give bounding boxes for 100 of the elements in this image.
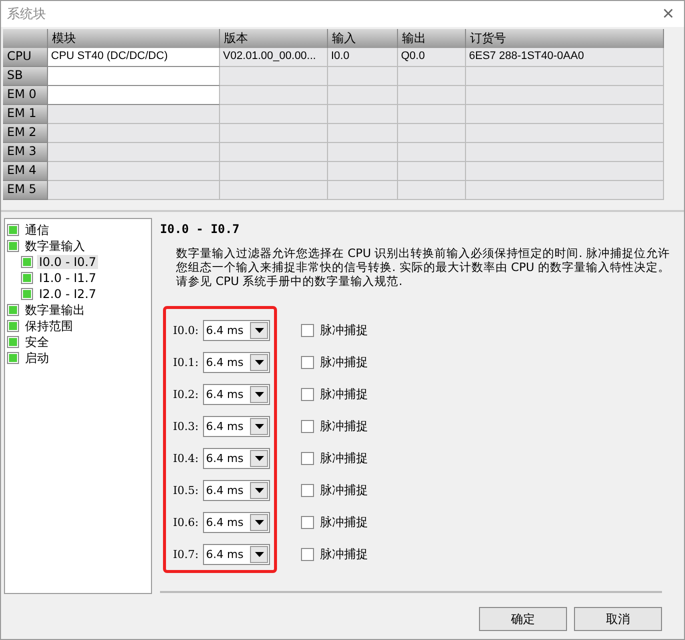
table-cell[interactable] bbox=[48, 162, 220, 181]
checkbox-label: 脉冲捕捉 bbox=[320, 386, 368, 402]
tree-item[interactable]: 保持范围 bbox=[23, 318, 75, 334]
input-label: I0.3: bbox=[173, 420, 200, 432]
pulse-checkbox[interactable] bbox=[301, 484, 314, 496]
input-label: I0.1: bbox=[173, 356, 200, 368]
column-header: 输出 bbox=[398, 29, 466, 48]
checkbox-label: 脉冲捕捉 bbox=[320, 418, 368, 434]
tree-item[interactable]: I1.0 - I1.7 bbox=[37, 271, 98, 285]
row-header: EM 5 bbox=[3, 181, 48, 200]
caret-icon bbox=[254, 456, 264, 460]
filter-dropdown[interactable]: 6.4 ms bbox=[203, 416, 270, 436]
row-header: SB bbox=[3, 67, 48, 86]
filter-dropdown[interactable]: 6.4 ms bbox=[203, 544, 270, 564]
row-header: EM 1 bbox=[3, 105, 48, 124]
pulse-checkbox[interactable] bbox=[301, 356, 314, 368]
checkbox-label: 脉冲捕捉 bbox=[320, 514, 368, 530]
pulse-checkbox[interactable] bbox=[301, 516, 314, 528]
dialog-button[interactable]: 确定 bbox=[479, 607, 567, 631]
status-icon bbox=[7, 336, 19, 348]
dropdown-button[interactable] bbox=[250, 354, 268, 370]
table-cell[interactable]: CPU ST40 (DC/DC/DC) bbox=[48, 48, 220, 67]
table-cell bbox=[398, 181, 466, 200]
filter-dropdown[interactable]: 6.4 ms bbox=[203, 320, 270, 340]
status-icon bbox=[21, 288, 33, 300]
status-icon bbox=[21, 256, 33, 268]
status-icon bbox=[7, 304, 19, 316]
table-cell[interactable] bbox=[48, 143, 220, 162]
checkbox-label: 脉冲捕捉 bbox=[320, 450, 368, 466]
dialog-button[interactable]: 取消 bbox=[574, 607, 662, 631]
pulse-checkbox[interactable] bbox=[301, 548, 314, 560]
row-header: EM 3 bbox=[3, 143, 48, 162]
input-label: I0.6: bbox=[173, 516, 200, 528]
dropdown-button[interactable] bbox=[250, 386, 268, 402]
table-cell bbox=[328, 124, 398, 143]
table-cell bbox=[328, 67, 398, 86]
tree-item[interactable]: I0.0 - I0.7 bbox=[37, 255, 98, 269]
row-header: EM 4 bbox=[3, 162, 48, 181]
table-cell bbox=[328, 162, 398, 181]
pulse-checkbox[interactable] bbox=[301, 452, 314, 464]
table-cell[interactable] bbox=[48, 181, 220, 200]
table-cell bbox=[328, 105, 398, 124]
status-icon bbox=[21, 272, 33, 284]
status-icon bbox=[7, 224, 19, 236]
table-cell bbox=[398, 162, 466, 181]
table-cell: Q0.0 bbox=[398, 48, 466, 67]
pulse-checkbox[interactable] bbox=[301, 388, 314, 400]
input-label: I0.7: bbox=[173, 548, 200, 560]
table-cell bbox=[328, 86, 398, 105]
table-cell bbox=[328, 181, 398, 200]
tree-item[interactable]: 数字量输入 bbox=[23, 238, 87, 254]
input-label: I0.5: bbox=[173, 484, 200, 496]
dropdown-button[interactable] bbox=[250, 482, 268, 498]
tree-item[interactable]: 安全 bbox=[23, 334, 51, 350]
close-button[interactable]: × bbox=[658, 4, 678, 24]
caret-icon bbox=[254, 328, 264, 332]
checkbox-label: 脉冲捕捉 bbox=[320, 482, 368, 498]
caret-icon bbox=[254, 424, 264, 428]
table-cell bbox=[398, 124, 466, 143]
caret-icon bbox=[254, 520, 264, 524]
caret-icon bbox=[254, 392, 264, 396]
column-header: 输入 bbox=[328, 29, 398, 48]
table-cell[interactable] bbox=[48, 67, 220, 86]
table-cell: I0.0 bbox=[328, 48, 398, 67]
tree-item[interactable]: 数字量输出 bbox=[23, 302, 87, 318]
filter-dropdown[interactable]: 6.4 ms bbox=[203, 352, 270, 372]
dropdown-button[interactable] bbox=[250, 450, 268, 466]
column-header: 模块 bbox=[48, 29, 220, 48]
dropdown-button[interactable] bbox=[250, 418, 268, 434]
table-cell: V02.01.00_00.00... bbox=[220, 48, 328, 67]
dropdown-button[interactable] bbox=[250, 514, 268, 530]
checkbox-label: 脉冲捕捉 bbox=[320, 354, 368, 370]
row-header: CPU bbox=[3, 48, 48, 67]
caret-icon bbox=[254, 552, 264, 556]
pulse-checkbox[interactable] bbox=[301, 324, 314, 336]
table-cell bbox=[328, 143, 398, 162]
table-cell[interactable] bbox=[48, 124, 220, 143]
tree-item[interactable]: 启动 bbox=[23, 350, 51, 366]
dropdown-button[interactable] bbox=[250, 322, 268, 338]
table-cell[interactable] bbox=[48, 86, 220, 105]
status-icon bbox=[7, 240, 19, 252]
filter-dropdown[interactable]: 6.4 ms bbox=[203, 480, 270, 500]
checkbox-label: 脉冲捕捉 bbox=[320, 322, 368, 338]
pulse-checkbox[interactable] bbox=[301, 420, 314, 432]
tree-item[interactable]: I2.0 - I2.7 bbox=[37, 287, 98, 301]
tree-item[interactable]: 通信 bbox=[23, 222, 51, 238]
column-header: 版本 bbox=[220, 29, 328, 48]
filter-dropdown[interactable]: 6.4 ms bbox=[203, 384, 270, 404]
dropdown-button[interactable] bbox=[250, 546, 268, 562]
row-header: EM 0 bbox=[3, 86, 48, 105]
caret-icon bbox=[254, 488, 264, 492]
section-heading: I0.0 - I0.7 bbox=[160, 222, 240, 236]
column-header: 订货号 bbox=[466, 29, 664, 48]
filter-dropdown[interactable]: 6.4 ms bbox=[203, 512, 270, 532]
table-cell: 6ES7 288-1ST40-0AA0 bbox=[466, 48, 664, 67]
table-corner bbox=[3, 29, 48, 48]
window-title: 系统块 bbox=[7, 6, 46, 23]
filter-dropdown[interactable]: 6.4 ms bbox=[203, 448, 270, 468]
checkbox-label: 脉冲捕捉 bbox=[320, 546, 368, 562]
table-cell[interactable] bbox=[48, 105, 220, 124]
